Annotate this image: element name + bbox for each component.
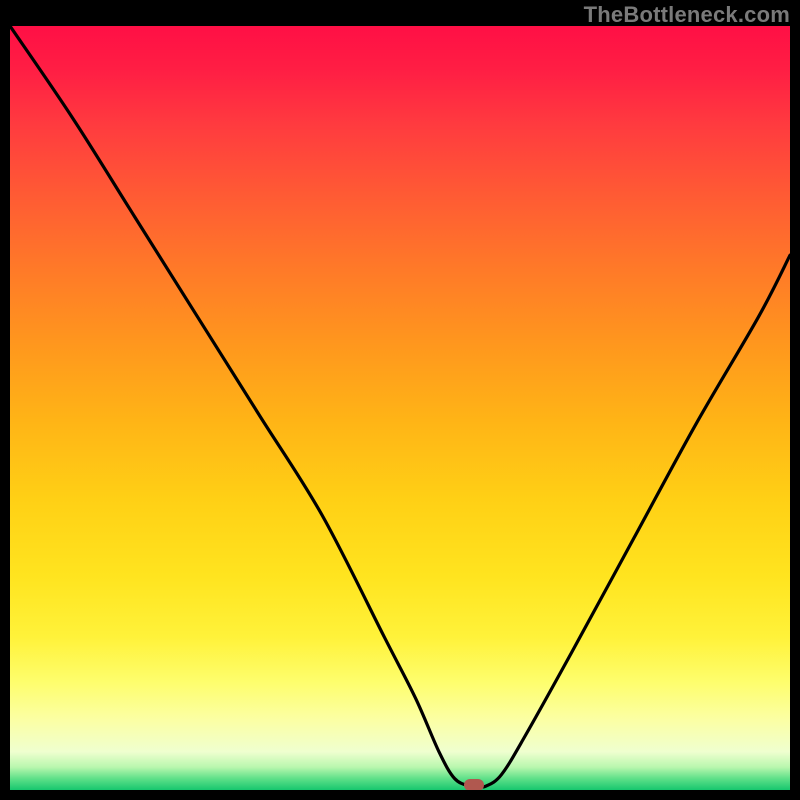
optimal-point-marker (464, 779, 484, 790)
watermark-text: TheBottleneck.com (584, 2, 790, 28)
plot-area (10, 26, 790, 790)
bottleneck-curve (10, 26, 790, 790)
chart-frame: TheBottleneck.com (0, 0, 800, 800)
